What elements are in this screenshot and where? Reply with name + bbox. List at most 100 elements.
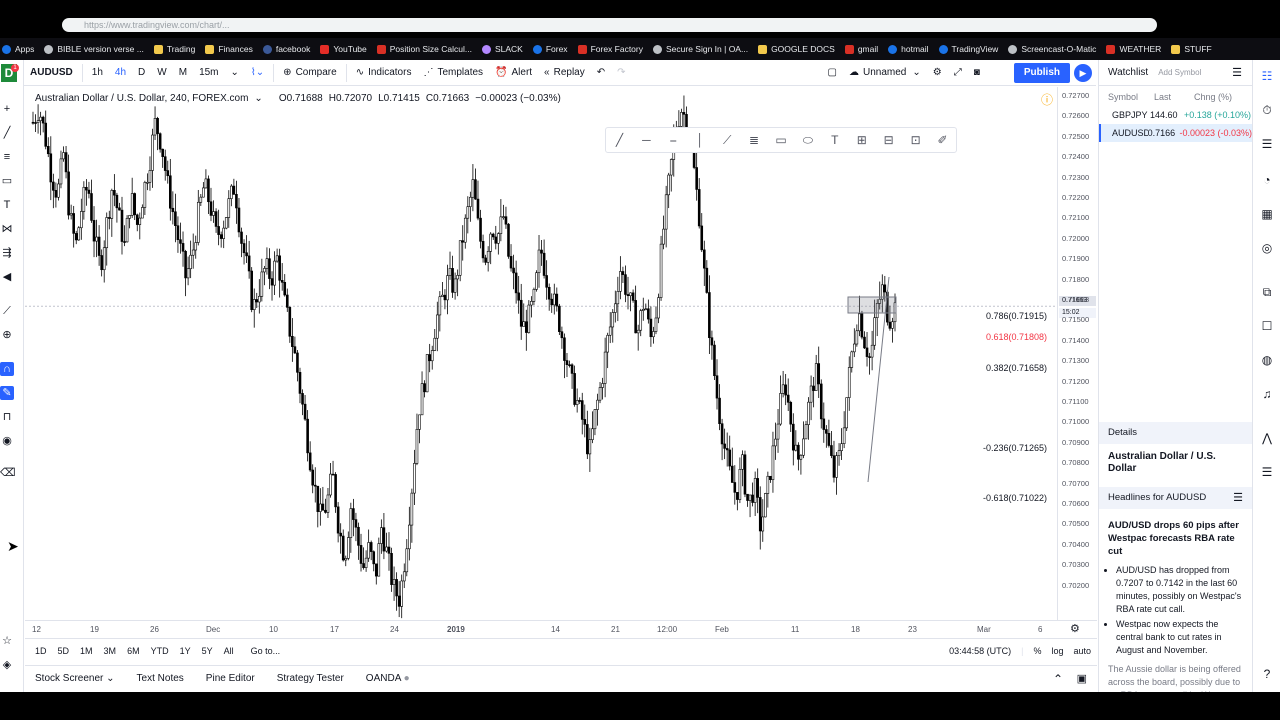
text-tool-icon[interactable]: T <box>0 198 14 212</box>
fib-tool-icon[interactable]: ≡ <box>0 150 14 164</box>
horizontal-ray-icon[interactable]: ─ <box>636 133 656 147</box>
camera-icon[interactable]: ◙ <box>968 60 986 86</box>
compare-button[interactable]: ⊕ Compare <box>277 60 343 86</box>
ray-icon[interactable]: ⟋ <box>717 133 737 148</box>
collapse-up-icon[interactable]: ⌃ <box>1053 672 1063 686</box>
alerts-clock-icon[interactable]: ⏱ <box>1259 102 1275 118</box>
interval-d[interactable]: D <box>132 60 151 86</box>
range-5d[interactable]: 5D <box>58 646 70 656</box>
prediction-icon[interactable]: ⇶ <box>0 246 14 260</box>
bookmark-item[interactable]: Forex <box>532 44 568 54</box>
stay-drawing-icon[interactable]: ✎ <box>0 386 14 400</box>
streams-icon[interactable]: ⧉ <box>1259 284 1275 300</box>
back-arrow-icon[interactable]: ◀ <box>0 270 14 284</box>
rectangle-icon[interactable]: ▭ <box>771 133 791 147</box>
trading-panel-icon[interactable]: ⋀ <box>1259 430 1275 446</box>
interval-15m[interactable]: 15m <box>193 60 224 86</box>
range-5y[interactable]: 5Y <box>202 646 213 656</box>
play-icon[interactable]: ▶ <box>1074 64 1092 82</box>
range-1y[interactable]: 1Y <box>180 646 191 656</box>
column-header[interactable]: Last <box>1154 92 1194 102</box>
vertical-line-icon[interactable]: │ <box>690 133 710 147</box>
bookmark-item[interactable]: BIBLE version verse ... <box>44 44 144 54</box>
lock-icon[interactable]: ⊓ <box>0 410 14 424</box>
undo-icon[interactable]: ↶ <box>591 60 611 86</box>
settings-gear-icon[interactable]: ⚙ <box>927 60 948 86</box>
add-symbol-input[interactable]: Add Symbol <box>1158 68 1201 77</box>
chevron-down-icon[interactable]: ⌄ <box>225 60 245 86</box>
horizontal-line-icon[interactable]: ⎯ <box>663 133 683 148</box>
bookmark-item[interactable]: gmail <box>844 44 878 54</box>
favorites-star-icon[interactable]: ☆ <box>0 634 14 648</box>
interval-m[interactable]: M <box>173 60 193 86</box>
ruler-icon[interactable]: ⟋ <box>0 304 14 318</box>
layers-icon[interactable]: ◈ <box>0 658 14 672</box>
tab-text-notes[interactable]: Text Notes <box>137 673 184 684</box>
tab-oanda[interactable]: OANDA ● <box>366 673 410 684</box>
maximize-icon[interactable]: ▣ <box>1077 672 1087 685</box>
bookmark-item[interactable]: hotmail <box>888 44 929 54</box>
bookmark-item[interactable]: WEATHER <box>1106 44 1161 54</box>
watchlist-row[interactable]: AUDUSD 0.7166 -0.00023 (-0.03%) <box>1099 124 1252 142</box>
publish-button[interactable]: Publish <box>1013 63 1070 83</box>
bookmark-item[interactable]: Trading <box>153 44 195 54</box>
bookmark-item[interactable]: Apps <box>2 44 34 54</box>
news-headline[interactable]: AUD/USD drops 60 pips after Westpac fore… <box>1099 509 1252 558</box>
replay-button[interactable]: «Replay <box>538 60 591 86</box>
order-panel-icon[interactable]: ☰ <box>1259 464 1275 480</box>
hotlists-icon[interactable]: ◔ <box>1259 172 1275 188</box>
warning-icon[interactable]: ⓘ <box>1041 91 1053 108</box>
shapes-icon[interactable]: ▭ <box>0 174 14 188</box>
tab-stock-screener[interactable]: Stock Screener ⌄ <box>35 673 115 684</box>
column-header[interactable]: Symbol <box>1108 92 1154 102</box>
chart-pane[interactable]: Australian Dollar / U.S. Dollar, 240, FO… <box>25 87 1057 620</box>
crosshair-icon[interactable]: + <box>0 102 14 116</box>
goto-date-button[interactable]: Go to... <box>251 646 281 656</box>
tab-strategy-tester[interactable]: Strategy Tester <box>277 673 344 684</box>
trash-icon[interactable]: ⌫ <box>0 466 16 480</box>
watchlist-row[interactable]: GBPJPY 144.60 +0.138 (+0.10%) <box>1099 106 1252 124</box>
redo-icon[interactable]: ↷ <box>611 60 631 86</box>
help-icon[interactable]: ? <box>1259 666 1275 682</box>
bookmark-item[interactable]: Forex Factory <box>577 44 643 54</box>
menu-icon[interactable]: ☰ <box>1233 487 1243 509</box>
bookmark-item[interactable]: Position Size Calcul... <box>376 44 472 54</box>
range-all[interactable]: All <box>224 646 234 656</box>
details-header[interactable]: Details <box>1099 422 1252 444</box>
legend-instrument[interactable]: Australian Dollar / U.S. Dollar, 240, FO… <box>35 93 248 104</box>
zoom-icon[interactable]: ⊕ <box>0 328 14 342</box>
rectangle-drawing[interactable] <box>847 296 897 314</box>
address-bar[interactable]: https://www.tradingview.com/chart/... <box>62 18 1157 32</box>
menu-icon[interactable]: ☰ <box>1232 66 1242 79</box>
range-ytd[interactable]: YTD <box>151 646 169 656</box>
log-toggle[interactable]: log <box>1051 646 1063 656</box>
fullscreen-icon[interactable]: ⤢ <box>948 60 968 86</box>
scale-settings-icon[interactable]: ⚙ <box>1070 622 1080 635</box>
bookmark-item[interactable]: Secure Sign In | OA... <box>653 44 748 54</box>
ellipse-icon[interactable]: ⬭ <box>798 133 818 148</box>
templates-button[interactable]: ⋰ Templates <box>417 60 489 86</box>
interval-w[interactable]: W <box>151 60 172 86</box>
bookmark-item[interactable]: GOOGLE DOCS <box>758 44 835 54</box>
auto-toggle[interactable]: auto <box>1073 646 1091 656</box>
utc-clock[interactable]: 03:44:58 (UTC) <box>949 646 1011 656</box>
bookmark-item[interactable]: facebook <box>262 44 310 54</box>
time-scale[interactable]: 12 19 26 Dec 10 17 24 2019 14 21 12:00 Feb 11 18 23 Mar… <box>25 620 1097 638</box>
range-3m[interactable]: 3M <box>104 646 117 656</box>
eye-icon[interactable]: ◉ <box>0 434 14 448</box>
indicators-button[interactable]: ∿ Indicators <box>350 60 418 86</box>
chart-style-icon[interactable]: ⌇⌄ <box>245 60 270 86</box>
trend-line-icon[interactable]: ╱ <box>0 126 14 140</box>
bell-icon[interactable]: ♫ <box>1259 386 1275 402</box>
fullscreen-square-icon[interactable]: ▢ <box>822 60 843 86</box>
watchlist-title[interactable]: Watchlist <box>1108 67 1148 78</box>
bookmark-item[interactable]: STUFF <box>1171 44 1212 54</box>
brush-icon[interactable]: ✐ <box>933 133 953 147</box>
date-range-icon[interactable]: ⊡ <box>906 133 926 147</box>
alert-button[interactable]: ⏰ Alert <box>489 60 538 86</box>
price-chart[interactable] <box>25 87 1057 620</box>
bookmark-item[interactable]: SLACK <box>481 44 523 54</box>
interval-4h[interactable]: 4h <box>109 60 132 86</box>
percent-toggle[interactable]: % <box>1033 646 1041 656</box>
line-tool-icon[interactable]: ╱ <box>609 133 629 147</box>
